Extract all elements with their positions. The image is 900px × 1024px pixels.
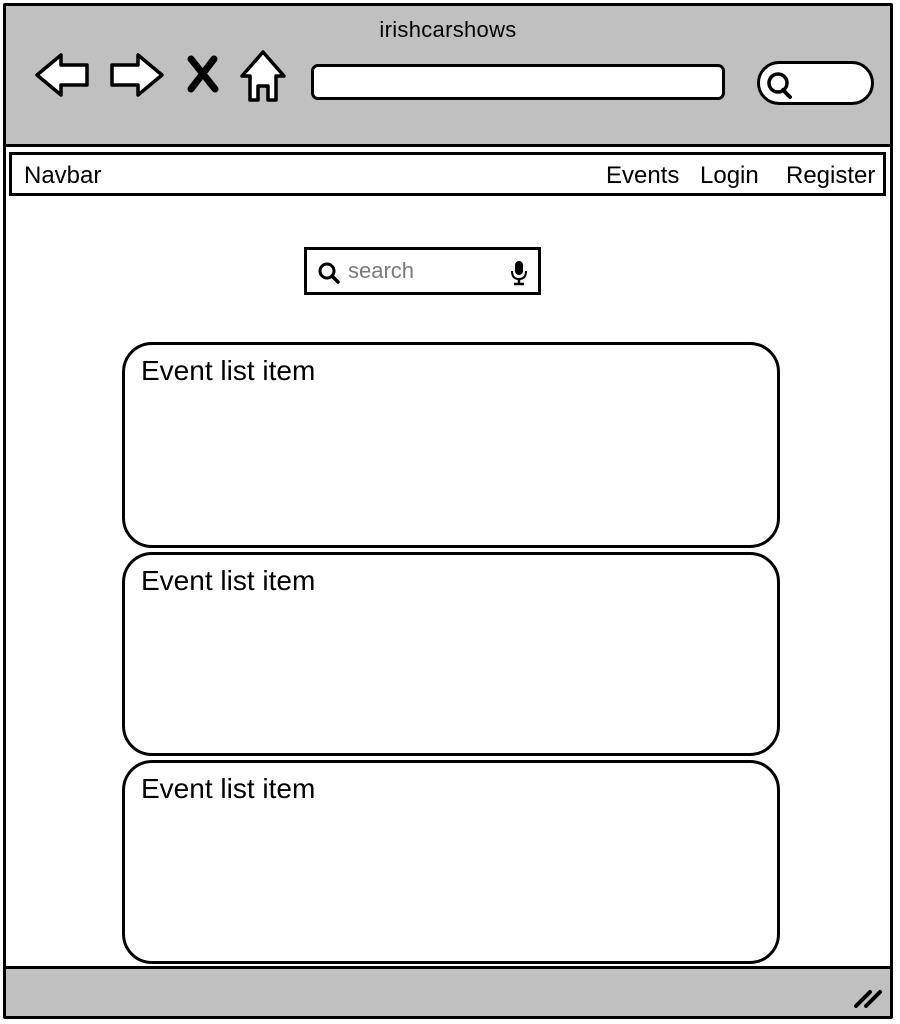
event-list-item-label: Event list item — [141, 355, 316, 386]
search-icon — [767, 72, 792, 99]
event-list-item-label: Event list item — [141, 773, 316, 804]
event-list-item-label: Event list item — [141, 565, 316, 596]
browser-window: irishcarshows Navbar Events Login Regist… — [3, 3, 893, 1019]
window-title: irishcarshows — [379, 17, 517, 42]
navbar-brand[interactable]: Navbar — [24, 162, 101, 190]
nav-link-register[interactable]: Register — [786, 162, 875, 190]
back-arrow-icon[interactable] — [33, 49, 93, 101]
nav-link-login[interactable]: Login — [700, 162, 759, 190]
nav-link-events[interactable]: Events — [606, 162, 679, 190]
event-list-item[interactable]: Event list item — [122, 760, 780, 964]
search-icon — [318, 262, 340, 284]
event-list-item[interactable]: Event list item — [122, 552, 780, 756]
browser-titlebar: irishcarshows — [6, 6, 890, 147]
event-list-item[interactable]: Event list item — [122, 342, 780, 548]
resize-grip-icon[interactable] — [852, 986, 884, 1010]
home-icon[interactable] — [238, 48, 288, 104]
close-icon[interactable] — [186, 55, 220, 93]
microphone-icon[interactable] — [510, 260, 528, 286]
site-navbar: Navbar Events Login Register — [9, 152, 886, 196]
address-bar[interactable] — [311, 64, 725, 100]
status-bar — [6, 966, 890, 1016]
forward-arrow-icon[interactable] — [106, 49, 166, 101]
browser-search-field[interactable] — [757, 61, 874, 105]
search-placeholder: search — [348, 258, 415, 283]
search-input[interactable]: search — [304, 247, 541, 295]
